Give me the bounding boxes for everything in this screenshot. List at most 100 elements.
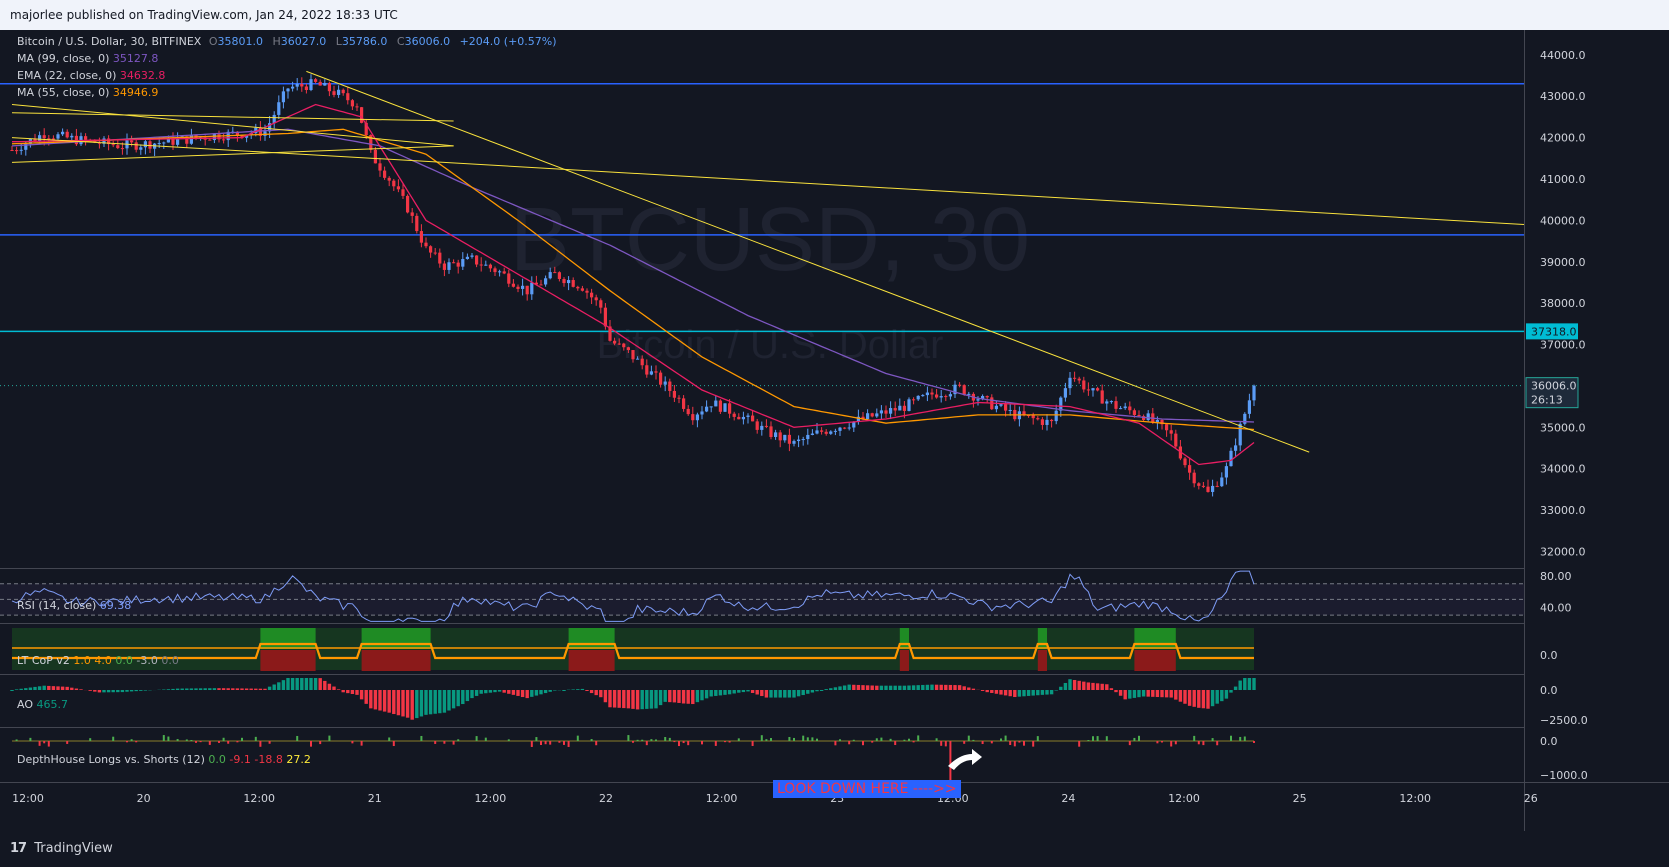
ao-bar [737,690,741,693]
ao-tick-neg: −2500.0 [1540,714,1588,727]
depth-bar [452,741,455,745]
ao-bar [106,690,111,693]
ao-bar [341,690,345,693]
ao-bar [626,690,631,709]
candle-body [636,358,640,360]
depth-bar [852,739,855,741]
ao-bar [916,685,920,690]
candle-body [511,283,515,287]
depth-bar [802,735,805,741]
candle-body [1050,419,1054,422]
candle-body [769,426,773,437]
ao-bar [263,688,267,690]
depth-bar [724,741,726,743]
ao-bar [143,690,148,691]
candle-body [732,413,736,417]
candle-body [1220,477,1224,487]
candle-body [1183,458,1187,466]
ema22-label[interactable]: EMA (22, close, 0) [17,69,116,82]
candle-body [1119,408,1123,410]
ltcop-red-block [1134,650,1176,671]
depth-bar [990,741,993,744]
candle-body [111,144,115,146]
ao-bar [175,688,180,690]
price-chart[interactable]: BTCUSD, 30 Bitcoin / U.S. Dollar 44000.0 4… [0,30,1669,831]
ao-bar [1252,678,1256,690]
candle-body [1188,465,1192,473]
rsi-tick-label: 80.00 [1540,570,1572,583]
candle-body [778,432,782,441]
ma55-label[interactable]: MA (55, close, 0) [17,86,109,99]
ao-bar [1003,690,1008,696]
ao-bar [824,689,828,690]
candle-body [1224,466,1228,478]
depth-bar [176,739,179,741]
ltcop-green-block [1037,628,1047,649]
ao-bar [1132,690,1137,698]
ao-bar [902,685,907,690]
candle-body [695,414,699,421]
symbol-title[interactable]: Bitcoin / U.S. Dollar, 30, BITFINEX [17,35,201,48]
ao-bar [622,690,626,709]
ao-bar [907,685,911,690]
ao-bar [493,690,497,693]
depth-bar [650,739,653,741]
depth-label[interactable]: DepthHouse Longs vs. Shorts (12) [17,753,205,766]
ao-bar [511,690,516,695]
ao-bar [378,690,382,711]
candle-body [1100,390,1104,404]
ao-bar [944,684,948,690]
ao-bar [1206,690,1210,709]
depth-bar [218,741,220,743]
ao-bar [1137,690,1141,698]
ma99-label[interactable]: MA (99, close, 0) [17,52,109,65]
depth-bar [871,741,874,743]
candle-body [999,404,1003,406]
depth-tick-zero: 0.0 [1540,735,1558,748]
ao-bar [24,688,28,690]
price-tick-label: 38000.0 [1540,297,1586,310]
candle-body [222,139,226,141]
depth-bar [1032,741,1035,747]
depth-bar [190,739,193,741]
time-tick-label: 12:00 [1168,792,1200,805]
candle-body [585,290,589,293]
main-pane[interactable]: BTCUSD, 30 Bitcoin / U.S. Dollar [0,30,1669,831]
tradingview-logo-icon: 17 [10,841,27,856]
candle-body [668,381,672,391]
chart-background [0,30,1669,831]
depth-bar [507,739,510,741]
candle-body [958,384,962,386]
ao-bar [709,690,713,697]
depth-bar [15,739,18,741]
depth-bar [420,735,423,741]
ao-bar [295,678,299,690]
candle-body [1082,380,1086,390]
depth-bar [1170,741,1173,747]
ltcop-label[interactable]: LT CoP v2 [17,654,70,667]
candle-body [659,372,663,385]
candle-body [212,134,216,141]
rsi-label[interactable]: RSI (14, close) [17,599,96,612]
ao-bar [254,688,258,690]
candle-body [1201,485,1205,487]
ao-label[interactable]: AO [17,698,33,711]
depth-bar [392,741,395,747]
ao-bar [1233,686,1238,690]
depth-bar [241,737,243,741]
depth-bar [535,737,538,741]
depth-bar [811,737,814,741]
depth-bar [351,741,354,744]
ao-bar [1031,690,1035,696]
ao-bar [930,684,934,690]
time-tick-label: 21 [368,792,382,805]
countdown-label: 26:13 [1531,394,1563,407]
candle-body [488,264,492,269]
depth-bar [1092,736,1094,741]
candle-body [925,392,929,396]
ao-bar [677,690,681,703]
ao-bar [1192,690,1196,707]
candle-body [1077,378,1081,381]
ao-bar [875,685,879,690]
candle-body [442,263,446,270]
